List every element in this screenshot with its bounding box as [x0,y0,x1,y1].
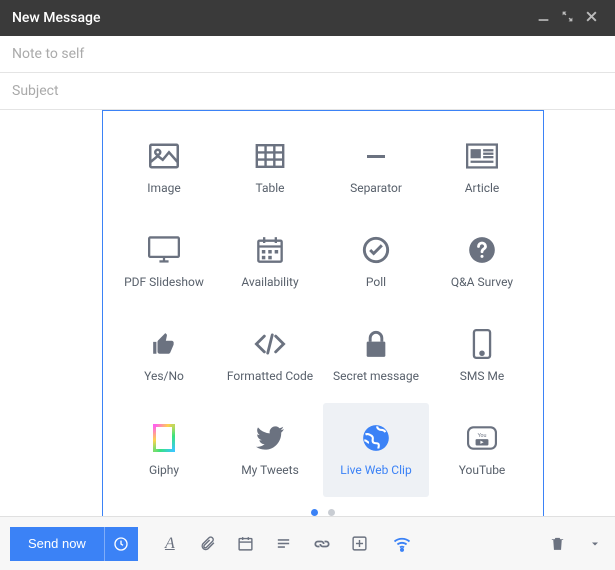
to-field[interactable]: Note to self [0,36,615,73]
thumbs-up-icon [147,329,181,359]
more-menu-icon[interactable] [585,534,605,554]
check-circle-icon [359,235,393,265]
table-icon [253,141,287,171]
tile-label: Formatted Code [227,369,313,383]
svg-text:You: You [477,433,486,439]
inserter-tile-globe[interactable]: Live Web Clip [323,403,429,497]
phone-icon [465,329,499,359]
window-titlebar: New Message [0,0,615,36]
compose-toolbar: Send now A [0,516,615,570]
list-icon[interactable] [274,534,294,554]
calendar-icon [253,235,287,265]
page-dot[interactable] [311,509,318,516]
inserter-tile-giphy[interactable]: Giphy [111,403,217,497]
send-button[interactable]: Send now [10,527,104,561]
giphy-icon [147,423,181,453]
tile-label: My Tweets [241,463,299,477]
inserter-tile-image[interactable]: Image [111,121,217,215]
inserter-tile-thumbs-up[interactable]: Yes/No [111,309,217,403]
tile-label: Poll [366,275,386,289]
inserter-tile-calendar[interactable]: Availability [217,215,323,309]
inserter-tile-twitter[interactable]: My Tweets [217,403,323,497]
minimize-icon[interactable] [531,10,555,27]
tile-label: Separator [350,181,402,195]
expand-icon[interactable] [555,10,579,27]
link-icon[interactable] [312,534,332,554]
send-later-dropdown[interactable] [104,527,138,561]
trash-icon[interactable] [547,534,567,554]
tile-label: Image [147,181,180,195]
code-icon [253,329,287,359]
tile-label: Giphy [149,463,179,477]
subject-field[interactable]: Subject [0,73,615,110]
tile-label: Q&A Survey [451,275,513,289]
insert-grid-icon[interactable] [350,534,370,554]
inserter-tile-article[interactable]: Article [429,121,535,215]
page-dot[interactable] [328,509,335,516]
inserter-tile-table[interactable]: Table [217,121,323,215]
close-icon[interactable] [579,10,603,27]
tile-label: Secret message [333,369,419,383]
font-icon[interactable]: A [160,534,180,554]
calendar-icon[interactable] [236,534,256,554]
article-icon [465,141,499,171]
tile-label: Live Web Clip [340,463,411,477]
inserter-tile-youtube[interactable]: You YouTube [429,403,535,497]
inserter-tile-code[interactable]: Formatted Code [217,309,323,403]
tile-label: SMS Me [460,369,505,383]
youtube-icon: You [465,423,499,453]
image-icon [147,141,181,171]
twitter-icon [253,423,287,453]
window-title: New Message [12,10,100,26]
tile-label: PDF Slideshow [124,275,204,289]
wifi-icon[interactable] [392,534,412,554]
attachment-icon[interactable] [198,534,218,554]
inserter-tile-separator[interactable]: Separator [323,121,429,215]
separator-icon [359,141,393,171]
tile-label: Yes/No [144,369,184,383]
help-circle-icon [465,235,499,265]
inserter-tile-lock[interactable]: Secret message [323,309,429,403]
monitor-icon [147,235,181,265]
tile-label: YouTube [459,463,506,477]
inserter-popover: Image Table Separator Article PDF Slideshow A… [102,110,544,528]
tile-label: Table [255,181,284,195]
tile-label: Article [465,181,500,195]
inserter-tile-help-circle[interactable]: Q&A Survey [429,215,535,309]
globe-icon [359,423,393,453]
inserter-tile-phone[interactable]: SMS Me [429,309,535,403]
tile-label: Availability [241,275,298,289]
lock-icon [359,329,393,359]
compose-body[interactable]: Image Table Separator Article PDF Slideshow A… [0,110,615,542]
inserter-tile-monitor[interactable]: PDF Slideshow [111,215,217,309]
inserter-tile-check-circle[interactable]: Poll [323,215,429,309]
